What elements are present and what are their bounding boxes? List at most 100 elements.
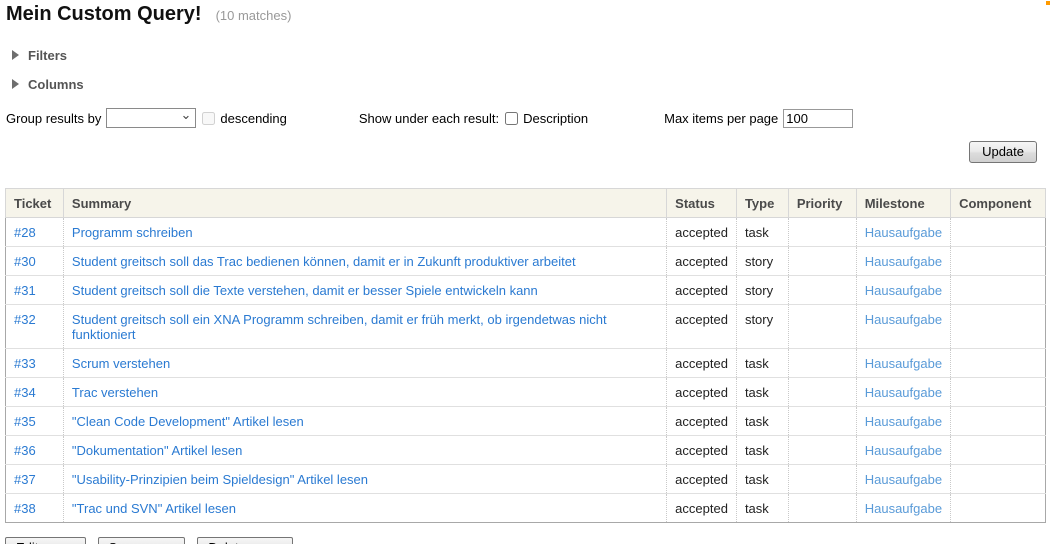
filters-toggle[interactable]: Filters bbox=[12, 47, 1052, 63]
ticket-link[interactable]: #28 bbox=[14, 225, 36, 240]
table-row: #38 "Trac und SVN" Artikel lesen accepte… bbox=[6, 494, 1046, 523]
component-cell bbox=[951, 465, 1046, 494]
type-cell: task bbox=[736, 494, 788, 523]
summary-cell: "Clean Code Development" Artikel lesen bbox=[63, 407, 666, 436]
description-checkbox[interactable] bbox=[505, 112, 518, 125]
status-cell: accepted bbox=[667, 305, 737, 349]
query-actions: Edit query Save query Delete query bbox=[5, 537, 1052, 544]
component-cell bbox=[951, 436, 1046, 465]
ticket-link[interactable]: #31 bbox=[14, 283, 36, 298]
milestone-link[interactable]: Hausaufgabe bbox=[865, 225, 942, 240]
milestone-cell: Hausaufgabe bbox=[856, 305, 950, 349]
milestone-cell: Hausaufgabe bbox=[856, 349, 950, 378]
update-button[interactable]: Update bbox=[969, 141, 1037, 163]
column-header-component[interactable]: Component bbox=[951, 189, 1046, 218]
milestone-cell: Hausaufgabe bbox=[856, 218, 950, 247]
milestone-link[interactable]: Hausaufgabe bbox=[865, 414, 942, 429]
priority-cell bbox=[788, 247, 856, 276]
status-cell: accepted bbox=[667, 247, 737, 276]
ticket-link[interactable]: #36 bbox=[14, 443, 36, 458]
status-cell: accepted bbox=[667, 218, 737, 247]
summary-link[interactable]: Scrum verstehen bbox=[72, 356, 170, 371]
ticket-link[interactable]: #34 bbox=[14, 385, 36, 400]
columns-toggle[interactable]: Columns bbox=[12, 76, 1052, 92]
max-items-input[interactable] bbox=[783, 109, 853, 128]
summary-cell: Scrum verstehen bbox=[63, 349, 666, 378]
ticket-cell: #36 bbox=[6, 436, 64, 465]
summary-link[interactable]: Student greitsch soll die Texte verstehe… bbox=[72, 283, 538, 298]
summary-cell: Student greitsch soll ein XNA Programm s… bbox=[63, 305, 666, 349]
ticket-cell: #37 bbox=[6, 465, 64, 494]
summary-cell: Trac verstehen bbox=[63, 378, 666, 407]
milestone-cell: Hausaufgabe bbox=[856, 247, 950, 276]
milestone-link[interactable]: Hausaufgabe bbox=[865, 254, 942, 269]
ticket-cell: #30 bbox=[6, 247, 64, 276]
summary-link[interactable]: Student greitsch soll ein XNA Programm s… bbox=[72, 312, 607, 342]
column-header-summary[interactable]: Summary bbox=[63, 189, 666, 218]
priority-cell bbox=[788, 378, 856, 407]
milestone-link[interactable]: Hausaufgabe bbox=[865, 443, 942, 458]
match-count: (10 matches) bbox=[216, 8, 292, 23]
milestone-link[interactable]: Hausaufgabe bbox=[865, 283, 942, 298]
column-header-milestone[interactable]: Milestone bbox=[856, 189, 950, 218]
column-header-type[interactable]: Type bbox=[736, 189, 788, 218]
component-cell bbox=[951, 407, 1046, 436]
ticket-link[interactable]: #33 bbox=[14, 356, 36, 371]
milestone-link[interactable]: Hausaufgabe bbox=[865, 312, 942, 327]
milestone-link[interactable]: Hausaufgabe bbox=[865, 356, 942, 371]
summary-link[interactable]: Trac verstehen bbox=[72, 385, 158, 400]
ticket-link[interactable]: #38 bbox=[14, 501, 36, 516]
column-header-priority[interactable]: Priority bbox=[788, 189, 856, 218]
summary-link[interactable]: "Trac und SVN" Artikel lesen bbox=[72, 501, 236, 516]
type-cell: task bbox=[736, 465, 788, 494]
expand-arrow-icon bbox=[12, 50, 19, 60]
priority-cell bbox=[788, 494, 856, 523]
milestone-link[interactable]: Hausaufgabe bbox=[865, 501, 942, 516]
table-row: #36 "Dokumentation" Artikel lesen accept… bbox=[6, 436, 1046, 465]
ticket-link[interactable]: #35 bbox=[14, 414, 36, 429]
descending-label: descending bbox=[220, 111, 287, 126]
type-cell: task bbox=[736, 407, 788, 436]
priority-cell bbox=[788, 436, 856, 465]
page-title: Mein Custom Query! bbox=[6, 3, 202, 26]
ticket-cell: #32 bbox=[6, 305, 64, 349]
status-cell: accepted bbox=[667, 436, 737, 465]
status-cell: accepted bbox=[667, 349, 737, 378]
summary-link[interactable]: "Usability-Prinzipien beim Spieldesign" … bbox=[72, 472, 368, 487]
milestone-cell: Hausaufgabe bbox=[856, 276, 950, 305]
milestone-cell: Hausaufgabe bbox=[856, 378, 950, 407]
type-cell: story bbox=[736, 276, 788, 305]
delete-query-button[interactable]: Delete query bbox=[197, 537, 293, 544]
group-by-select[interactable] bbox=[106, 108, 196, 128]
column-header-status[interactable]: Status bbox=[667, 189, 737, 218]
priority-cell bbox=[788, 305, 856, 349]
component-cell bbox=[951, 494, 1046, 523]
summary-link[interactable]: Programm schreiben bbox=[72, 225, 193, 240]
milestone-cell: Hausaufgabe bbox=[856, 436, 950, 465]
table-row: #34 Trac verstehen accepted task Hausauf… bbox=[6, 378, 1046, 407]
table-row: #28 Programm schreiben accepted task Hau… bbox=[6, 218, 1046, 247]
ticket-cell: #31 bbox=[6, 276, 64, 305]
column-header-ticket[interactable]: Ticket bbox=[6, 189, 64, 218]
save-query-button[interactable]: Save query bbox=[98, 537, 186, 544]
milestone-link[interactable]: Hausaufgabe bbox=[865, 472, 942, 487]
summary-link[interactable]: Student greitsch soll das Trac bedienen … bbox=[72, 254, 576, 269]
milestone-cell: Hausaufgabe bbox=[856, 465, 950, 494]
summary-cell: Programm schreiben bbox=[63, 218, 666, 247]
ticket-link[interactable]: #37 bbox=[14, 472, 36, 487]
table-row: #32 Student greitsch soll ein XNA Progra… bbox=[6, 305, 1046, 349]
milestone-link[interactable]: Hausaufgabe bbox=[865, 385, 942, 400]
group-by-label: Group results by bbox=[6, 111, 101, 126]
summary-link[interactable]: "Clean Code Development" Artikel lesen bbox=[72, 414, 304, 429]
summary-link[interactable]: "Dokumentation" Artikel lesen bbox=[72, 443, 242, 458]
ticket-link[interactable]: #32 bbox=[14, 312, 36, 327]
status-cell: accepted bbox=[667, 494, 737, 523]
ticket-link[interactable]: #30 bbox=[14, 254, 36, 269]
priority-cell bbox=[788, 349, 856, 378]
summary-cell: "Dokumentation" Artikel lesen bbox=[63, 436, 666, 465]
table-row: #31 Student greitsch soll die Texte vers… bbox=[6, 276, 1046, 305]
component-cell bbox=[951, 276, 1046, 305]
edit-query-button[interactable]: Edit query bbox=[5, 537, 86, 544]
priority-cell bbox=[788, 218, 856, 247]
table-row: #37 "Usability-Prinzipien beim Spieldesi… bbox=[6, 465, 1046, 494]
